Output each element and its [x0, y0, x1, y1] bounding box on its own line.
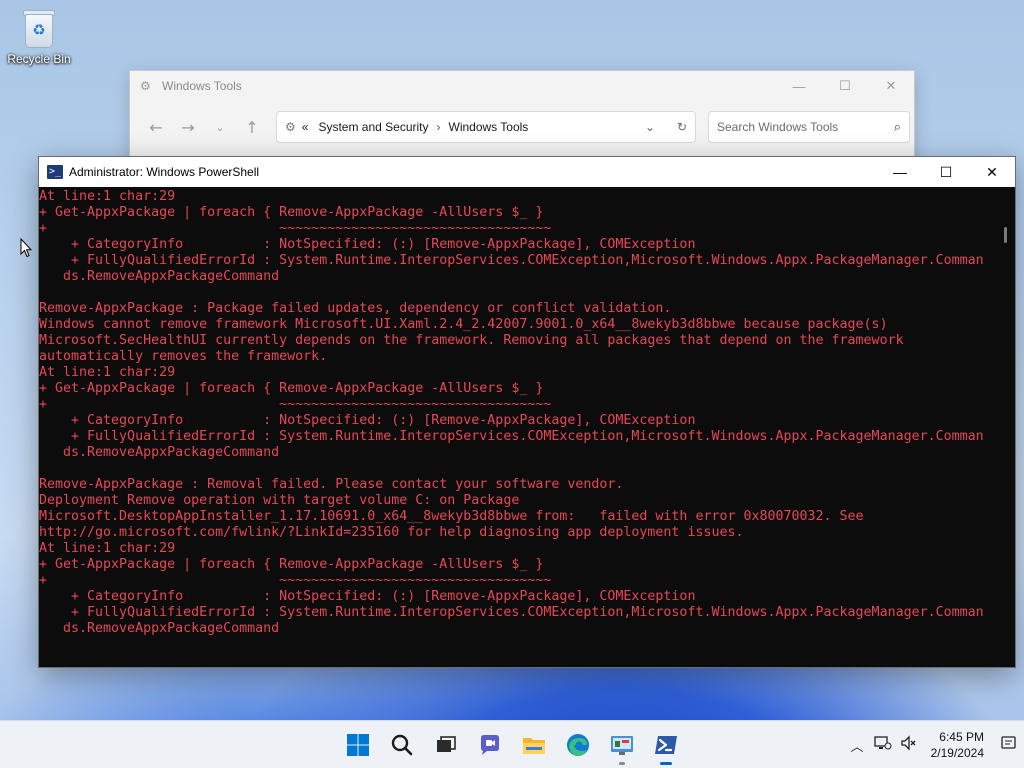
clock-time: 6:45 PM — [939, 730, 984, 744]
console-output[interactable]: At line:1 char:29 + Get-AppxPackage | for… — [39, 187, 997, 667]
tools-app-icon: ⚙ — [140, 79, 151, 93]
console-line: + FullyQualifiedErrorId : System.Runtime… — [39, 605, 984, 620]
console-line: + Get-AppxPackage | foreach { Remove-App… — [39, 557, 544, 572]
recycle-bin-shortcut[interactable]: ♻ Recycle Bin — [6, 8, 72, 66]
console-line: Microsoft.DesktopAppInstaller_1.17.10691… — [39, 509, 864, 524]
console-line: Deployment Remove operation with target … — [39, 493, 520, 508]
console-line: + ~~~~~~~~~~~~~~~~~~~~~~~~~~~~~~~~~~ — [39, 573, 552, 588]
powershell-taskbar-button[interactable] — [644, 721, 688, 768]
minimize-button[interactable]: — — [877, 157, 923, 187]
notifications-icon[interactable] — [994, 734, 1024, 756]
forward-arrow-icon[interactable]: → — [172, 118, 204, 137]
control-panel-icon — [611, 736, 633, 755]
console-line: http://go.microsoft.com/fwlink/?LinkId=2… — [39, 525, 744, 540]
console-line: + CategoryInfo : NotSpecified: (:) [Remo… — [39, 413, 696, 428]
console-line: Windows cannot remove framework Microsof… — [39, 317, 888, 332]
clock-date: 2/19/2024 — [930, 746, 984, 760]
task-view-button[interactable] — [424, 721, 468, 768]
powershell-icon — [655, 736, 677, 754]
breadcrumb-separator-icon: › — [436, 120, 441, 134]
console-line: Remove-AppxPackage : Removal failed. Ple… — [39, 477, 624, 492]
search-placeholder: Search Windows Tools — [717, 120, 839, 134]
chat-button[interactable] — [468, 721, 512, 768]
control-panel-button[interactable] — [600, 721, 644, 768]
windows-tools-window[interactable]: ⚙ Windows Tools — ☐ ✕ ← → ⌄ ↑ ⚙ « System… — [129, 70, 915, 170]
scrollbar-thumb[interactable] — [1004, 227, 1007, 243]
minimize-button[interactable]: — — [776, 71, 822, 101]
console-line: + CategoryInfo : NotSpecified: (:) [Remo… — [39, 237, 696, 252]
address-dropdown-chevron-icon[interactable]: ⌄ — [645, 120, 655, 134]
address-bar[interactable]: ⚙ « System and Security › Windows Tools … — [276, 111, 696, 143]
recycle-bin-label: Recycle Bin — [7, 52, 71, 66]
tools-titlebar[interactable]: ⚙ Windows Tools — ☐ ✕ — [130, 71, 914, 101]
up-arrow-icon[interactable]: ↑ — [236, 118, 268, 137]
control-panel-icon: ⚙ — [285, 120, 296, 134]
close-button[interactable]: ✕ — [969, 157, 1015, 187]
system-tray: ︿ 6:45 PM 2/19/2024 — [844, 721, 1024, 768]
console-line: + FullyQualifiedErrorId : System.Runtime… — [39, 429, 984, 444]
taskbar-search-button[interactable] — [380, 721, 424, 768]
tools-window-title: Windows Tools — [162, 79, 242, 93]
console-line: automatically removes the framework. — [39, 349, 328, 364]
refresh-icon[interactable]: ↻ — [677, 120, 687, 134]
volume-muted-icon[interactable] — [896, 735, 922, 755]
console-line: At line:1 char:29 — [39, 189, 176, 204]
start-button[interactable] — [336, 721, 380, 768]
edge-button[interactable] — [556, 721, 600, 768]
show-hidden-icons-chevron-icon[interactable]: ︿ — [844, 736, 870, 755]
console-line: + ~~~~~~~~~~~~~~~~~~~~~~~~~~~~~~~~~~ — [39, 397, 552, 412]
file-explorer-button[interactable] — [512, 721, 556, 768]
recent-locations-chevron-icon[interactable]: ⌄ — [204, 121, 236, 134]
network-icon[interactable] — [870, 735, 896, 755]
console-line: + Get-AppxPackage | foreach { Remove-App… — [39, 381, 544, 396]
chat-icon — [481, 735, 499, 755]
folder-icon — [523, 738, 545, 754]
search-icon — [391, 734, 413, 756]
console-line: + FullyQualifiedErrorId : System.Runtime… — [39, 253, 984, 268]
close-button[interactable]: ✕ — [868, 71, 914, 101]
console-line: + ~~~~~~~~~~~~~~~~~~~~~~~~~~~~~~~~~~ — [39, 221, 552, 236]
windows-logo-icon — [347, 734, 369, 756]
console-line: + CategoryInfo : NotSpecified: (:) [Remo… — [39, 589, 696, 604]
search-icon[interactable]: ⌕ — [894, 119, 901, 135]
maximize-button[interactable]: ☐ — [822, 71, 868, 101]
powershell-window[interactable]: >_ Administrator: Windows PowerShell — ☐… — [38, 156, 1016, 668]
console-line: ds.RemoveAppxPackageCommand — [39, 445, 280, 460]
recycle-bin-icon: ♻ — [21, 8, 57, 48]
breadcrumb-item-windows-tools[interactable]: Windows Tools — [449, 120, 529, 134]
console-line: + Get-AppxPackage | foreach { Remove-App… — [39, 205, 544, 220]
console-scrollbar[interactable] — [997, 187, 1015, 667]
powershell-icon: >_ — [47, 165, 63, 179]
powershell-titlebar[interactable]: >_ Administrator: Windows PowerShell — ☐… — [39, 157, 1015, 187]
console-line: At line:1 char:29 — [39, 365, 176, 380]
tools-navbar: ← → ⌄ ↑ ⚙ « System and Security › Window… — [130, 101, 914, 153]
taskbar: ︿ 6:45 PM 2/19/2024 — [0, 720, 1024, 768]
task-view-icon — [437, 736, 456, 752]
mouse-pointer-icon — [20, 238, 32, 258]
back-arrow-icon[interactable]: ← — [140, 118, 172, 137]
console-line: Microsoft.SecHealthUI currently depends … — [39, 333, 904, 348]
console-line: ds.RemoveAppxPackageCommand — [39, 621, 280, 636]
breadcrumb-overflow[interactable]: « — [302, 120, 309, 134]
breadcrumb-item-system-security[interactable]: System and Security — [318, 120, 428, 134]
search-box[interactable]: Search Windows Tools ⌕ — [708, 111, 910, 143]
powershell-window-title: Administrator: Windows PowerShell — [69, 165, 260, 179]
console-line: Remove-AppxPackage : Package failed upda… — [39, 301, 672, 316]
console-line: ds.RemoveAppxPackageCommand — [39, 269, 280, 284]
edge-icon — [567, 734, 589, 756]
maximize-button[interactable]: ☐ — [923, 157, 969, 187]
console-line: At line:1 char:29 — [39, 541, 176, 556]
clock[interactable]: 6:45 PM 2/19/2024 — [922, 729, 994, 761]
